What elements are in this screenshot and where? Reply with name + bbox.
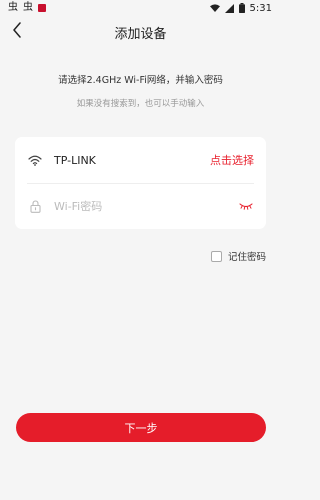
ssid-name: TP-LINK [54,153,96,167]
signal-icon [224,3,234,13]
remember-label: 记住密码 [227,252,266,263]
page-title: 添加设备 [114,27,167,42]
screen: 虫 虫 5:31 添加设备 请选择2.4GHz Wi-Fi网络，并输入密码 如果… [0,0,281,500]
wifi-card: TP-LINK 点击选择 [15,137,266,229]
remember-password[interactable]: 记住密码 [210,249,266,263]
ssid-row[interactable]: TP-LINK 点击选择 [15,137,266,183]
app-notification-icon [38,4,46,12]
wifi-icon [27,152,43,168]
notification-icon: 虫 [23,2,33,13]
next-button[interactable]: 下一步 [16,413,266,442]
eye-closed-icon[interactable] [238,199,254,213]
wifi-icon [209,4,220,12]
status-bar: 虫 虫 5:31 [0,0,281,16]
remember-checkbox[interactable] [210,250,222,262]
password-row [15,183,266,229]
instruction-text: 请选择2.4GHz Wi-Fi网络，并输入密码 [58,75,223,86]
notification-icon: 虫 [8,2,18,13]
status-bar-left: 虫 虫 [8,3,46,13]
select-network-link[interactable]: 点击选择 [210,152,254,168]
status-time: 5:31 [249,2,272,14]
status-bar-right: 5:31 [209,2,272,14]
battery-icon [238,3,245,13]
password-input[interactable] [54,196,238,216]
hint-text: 如果没有搜索到，也可以手动输入 [76,99,205,109]
lock-icon [27,198,43,214]
nav-bar: 添加设备 [0,16,281,48]
